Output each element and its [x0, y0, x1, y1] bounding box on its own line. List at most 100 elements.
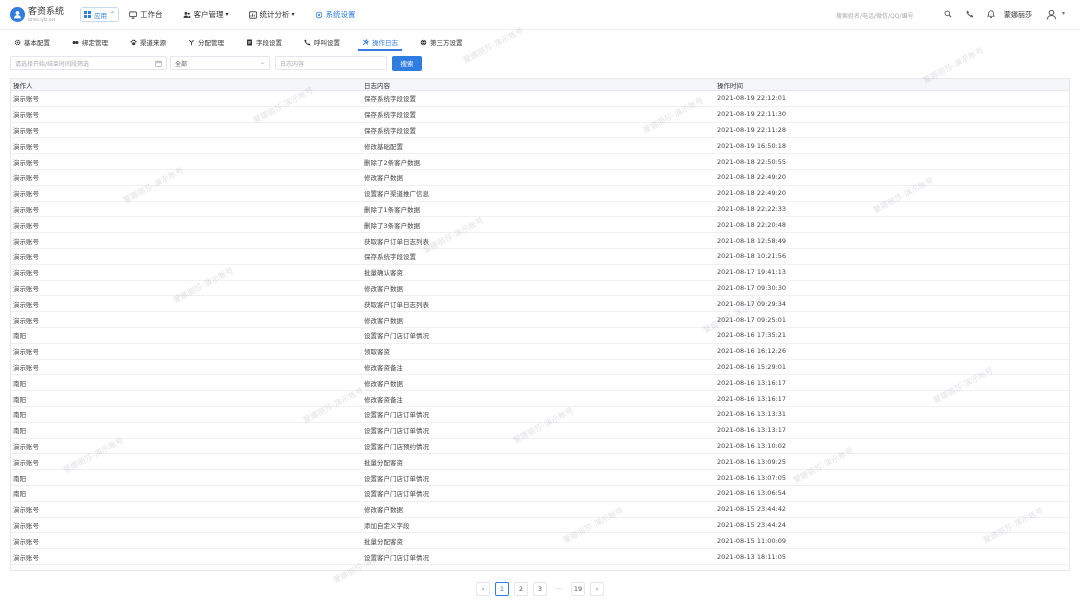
user-avatar-icon[interactable]: [1046, 9, 1057, 20]
tab-label: 分配管理: [198, 39, 224, 47]
cell-operator: 演示账号: [13, 126, 39, 135]
cell-operation-time: 2021-08-19 22:11:28: [717, 125, 787, 134]
chevron-up-icon: ⌃: [110, 11, 116, 18]
page-button-last[interactable]: 19: [571, 582, 585, 596]
tab-field-settings[interactable]: 字段设置: [246, 34, 282, 50]
page-button-3[interactable]: 3: [533, 582, 547, 596]
cell-operation-time: 2021-08-16 13:13:17: [717, 426, 787, 435]
caret-down-icon: ▾: [225, 11, 229, 18]
tab-binding-management[interactable]: 绑定管理: [72, 34, 108, 50]
tab-label: 操作日志: [372, 39, 398, 47]
tab-call-settings[interactable]: 呼叫设置: [304, 34, 340, 50]
table-row: 南阳 设置客户门店订单情况 2021-08-16 13:13:17: [11, 423, 1069, 439]
table-header: 操作人 日志内容 操作时间: [11, 79, 1069, 91]
prev-page-button[interactable]: ‹: [476, 582, 490, 596]
cell-operator: 演示账号: [13, 253, 39, 262]
cell-log-content: 设置客户门店预约情况: [364, 442, 429, 451]
chart-icon: [248, 10, 257, 19]
cell-operator: 演示账号: [13, 269, 39, 278]
table-row: 南阳 设置客户门店订单情况 2021-08-16 13:07:05: [11, 470, 1069, 486]
caret-down-icon: ▾: [291, 11, 295, 18]
table-row: 南阳 设置客户门店订单情况 2021-08-16 13:13:31: [11, 407, 1069, 423]
cell-operator: 南阳: [13, 411, 26, 420]
cell-operation-time: 2021-08-18 22:49:20: [717, 189, 787, 198]
cell-log-content: 修改客资备注: [364, 395, 403, 404]
table-row: 演示账号 修改客户数据 2021-08-18 22:49:20: [11, 170, 1069, 186]
cell-operator: 南阳: [13, 474, 26, 483]
log-content-input[interactable]: 日志内容: [275, 56, 387, 70]
page-ellipsis[interactable]: ···: [552, 582, 566, 596]
tab-operation-log[interactable]: 操作日志: [358, 34, 402, 51]
tab-assignment-management[interactable]: 分配管理: [188, 34, 224, 50]
users-icon: [183, 11, 191, 18]
table-row: 演示账号 获取客户订单日志列表 2021-08-17 09:29:34: [11, 296, 1069, 313]
operator-select-value: 全部: [175, 60, 188, 68]
fork-icon: [189, 39, 194, 45]
tab-channel-source[interactable]: 渠道来源: [130, 34, 166, 50]
filter-bar: 请选择开始/结束时间段筛选 全部 ⌄ 日志内容 搜索: [10, 55, 1070, 71]
cell-log-content: 设置客户渠道推广信息: [364, 190, 429, 199]
search-button[interactable]: 搜索: [392, 55, 422, 71]
bell-icon[interactable]: [987, 10, 995, 18]
paw-icon: [130, 39, 137, 45]
nav-statistics[interactable]: 统计分析 ▾: [248, 9, 295, 20]
table-row: 演示账号 修改基础配置 2021-08-19 16:50:18: [11, 138, 1069, 155]
nav-customer-management[interactable]: 客户管理 ▾: [183, 9, 229, 20]
cell-log-content: 修改客户数据: [364, 284, 403, 293]
cell-operation-time: 2021-08-19 16:50:18: [717, 141, 787, 150]
phone-icon[interactable]: [966, 10, 974, 18]
cell-log-content: 批量分配客资: [364, 458, 403, 467]
app-switcher-label: 应用: [94, 11, 107, 20]
page-button-2[interactable]: 2: [514, 582, 528, 596]
table-row: 演示账号 删除了3条客户数据 2021-08-18 22:20:48: [11, 217, 1069, 234]
cell-log-content: 保存系统字段设置: [364, 253, 416, 262]
username[interactable]: 蒙娜丽莎: [1004, 10, 1032, 20]
grid-icon: [84, 11, 91, 18]
search-icon[interactable]: [944, 10, 952, 18]
cell-operation-time: 2021-08-17 09:30:30: [717, 283, 787, 292]
cell-operation-time: 2021-08-15 23:44:24: [717, 520, 787, 529]
cell-log-content: 添加自定义字段: [364, 521, 410, 530]
tab-basic-config[interactable]: 基本配置: [14, 34, 50, 50]
logo[interactable]: 客资系统 lzhlcs.lyfz.net: [10, 7, 76, 22]
cell-operation-time: 2021-08-16 17:35:21: [717, 331, 787, 340]
cell-operator: 演示账号: [13, 442, 39, 451]
next-page-button[interactable]: ›: [590, 582, 604, 596]
tab-third-party-settings[interactable]: 第三方设置: [420, 34, 463, 50]
nav-customer-management-label: 客户管理: [193, 10, 224, 19]
cell-operator: 演示账号: [13, 300, 39, 309]
table-row: 演示账号 批量分配客资 2021-08-15 11:00:09: [11, 533, 1069, 550]
cell-operator: 演示账号: [13, 205, 39, 214]
cell-operation-time: 2021-08-17 19:41:13: [717, 268, 787, 277]
cell-log-content: 修改客资备注: [364, 363, 403, 372]
top-header: 客资系统 lzhlcs.lyfz.net 应用 ⌃ 工作台 客户管理 ▾ 统计分…: [0, 0, 1080, 30]
table-row: 南阳 设置客户门店订单情况 2021-08-16 13:06:54: [11, 486, 1069, 502]
cell-operator: 演示账号: [13, 237, 39, 246]
nav-workbench[interactable]: 工作台: [129, 9, 163, 20]
global-search-input[interactable]: 搜索姓名/电话/微信/QQ/编号: [836, 9, 932, 21]
cell-operation-time: 2021-08-19 22:12:01: [717, 94, 787, 103]
table-row: 演示账号 保存系统字段设置 2021-08-19 22:12:01: [11, 91, 1069, 107]
column-header-operation-time: 操作时间: [717, 81, 743, 90]
table-row: 演示账号 设置客户门店订单情况 2021-08-13 18:11:05: [11, 549, 1069, 565]
page-button-1[interactable]: 1: [495, 582, 509, 596]
cell-operation-time: 2021-08-16 13:10:02: [717, 441, 787, 450]
globe-icon: [420, 39, 427, 45]
table-row: 演示账号 保存系统字段设置 2021-08-19 22:11:30: [11, 107, 1069, 123]
cell-operator: 演示账号: [13, 348, 39, 357]
date-range-input[interactable]: 请选择开始/结束时间段筛选: [10, 56, 167, 70]
cell-operation-time: 2021-08-17 09:25:01: [717, 315, 787, 324]
cell-log-content: 删除了2条客户数据: [364, 158, 421, 167]
date-range-placeholder: 请选择开始/结束时间段筛选: [15, 60, 90, 68]
cell-operator: 演示账号: [13, 95, 39, 104]
app-switcher-button[interactable]: 应用 ⌃: [80, 7, 120, 22]
tab-label: 基本配置: [24, 39, 50, 47]
nav-system-settings[interactable]: 系统设置: [315, 9, 356, 20]
cell-log-content: 删除了1条客户数据: [364, 205, 421, 214]
cell-operation-time: 2021-08-18 12:58:49: [717, 236, 787, 245]
chevron-down-icon[interactable]: ▾: [1062, 10, 1065, 17]
cell-operator: 演示账号: [13, 284, 39, 293]
cell-operation-time: 2021-08-16 15:29:01: [717, 362, 787, 371]
operator-select[interactable]: 全部 ⌄: [170, 56, 270, 70]
table-row: 演示账号 保存系统字段设置 2021-08-19 22:11:28: [11, 123, 1069, 139]
